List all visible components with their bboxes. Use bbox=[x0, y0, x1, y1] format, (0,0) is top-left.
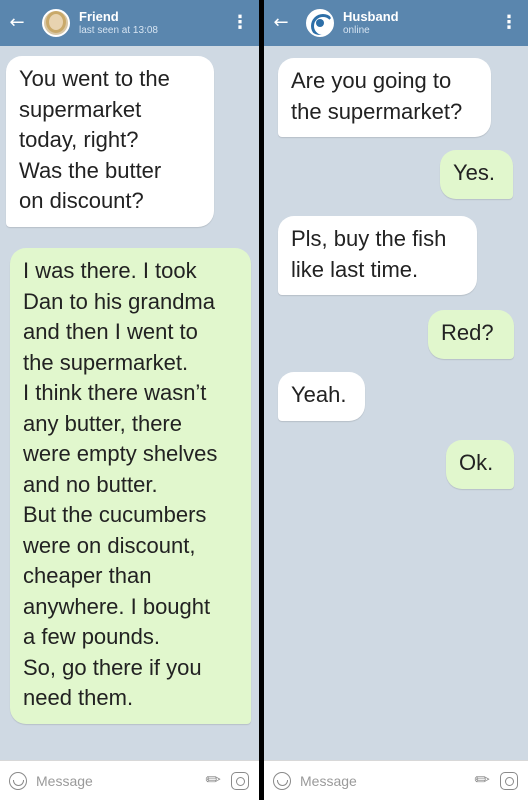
contact-name: Friend bbox=[79, 8, 119, 24]
message-line: Are you going to bbox=[291, 68, 452, 93]
back-arrow-icon[interactable]: ← bbox=[264, 0, 298, 46]
message-composer: ✐ bbox=[264, 760, 528, 800]
message-line: Dan to his grandma bbox=[23, 288, 215, 314]
message-line: cheaper than bbox=[23, 563, 152, 588]
message-line: were on discount, bbox=[23, 532, 196, 558]
message-bubble[interactable]: Yes. bbox=[440, 150, 513, 199]
message-list[interactable]: Are you going to the supermarket? Yes. P… bbox=[264, 46, 528, 760]
message-bubble[interactable]: Yeah. bbox=[278, 372, 365, 421]
message-line: Yes. bbox=[453, 160, 496, 185]
message-bubble[interactable]: Ok. bbox=[446, 440, 514, 489]
message-composer: ✐ bbox=[0, 760, 259, 800]
message-line: Yeah. bbox=[291, 382, 347, 407]
chat-panel-friend: ← Friend last seen at 13:08 ⋮ You went t… bbox=[0, 0, 259, 800]
chat-panel-husband: ← Husband online ⋮ Are you going to the … bbox=[264, 0, 528, 800]
message-line: the supermarket. bbox=[23, 349, 189, 375]
message-line: the supermarket? bbox=[291, 98, 463, 124]
camera-icon[interactable] bbox=[231, 772, 249, 790]
message-input[interactable] bbox=[300, 772, 440, 789]
back-arrow-icon[interactable]: ← bbox=[0, 0, 34, 46]
message-line: supermarket bbox=[19, 96, 142, 122]
message-line: and no butter. bbox=[23, 471, 158, 497]
message-line: But the cucumbers bbox=[23, 502, 207, 527]
message-bubble[interactable]: I was there. I took Dan to his grandma a… bbox=[10, 248, 251, 724]
message-line: need them. bbox=[23, 685, 134, 710]
contact-status: online bbox=[343, 24, 370, 36]
message-line: Red? bbox=[441, 320, 494, 345]
paperclip-icon[interactable]: ✐ bbox=[199, 768, 225, 794]
message-line: I think there wasn’t bbox=[23, 380, 207, 405]
message-line: like last time. bbox=[291, 256, 419, 282]
message-line: any butter, there bbox=[23, 410, 182, 436]
contact-status: last seen at 13:08 bbox=[79, 24, 158, 36]
message-list[interactable]: You went to the supermarket today, right… bbox=[0, 46, 259, 760]
paperclip-icon[interactable]: ✐ bbox=[468, 768, 494, 794]
avatar[interactable] bbox=[306, 9, 334, 37]
message-line: You went to the bbox=[19, 66, 170, 91]
smiley-icon[interactable] bbox=[273, 771, 291, 790]
message-line: Ok. bbox=[459, 450, 494, 475]
message-line: on discount? bbox=[19, 188, 144, 213]
message-line: I was there. I took bbox=[23, 258, 197, 283]
message-bubble[interactable]: Pls, buy the fish like last time. bbox=[278, 216, 477, 295]
contact-info[interactable]: Friend last seen at 13:08 bbox=[79, 8, 158, 36]
message-line: were empty shelves bbox=[23, 441, 218, 466]
avatar[interactable] bbox=[42, 9, 70, 37]
message-input[interactable] bbox=[36, 772, 176, 789]
message-line: today, right? bbox=[19, 127, 139, 152]
message-bubble[interactable]: Red? bbox=[428, 310, 514, 359]
message-bubble[interactable]: Are you going to the supermarket? bbox=[278, 58, 491, 137]
message-line: anywhere. I bought bbox=[23, 593, 211, 619]
smiley-icon[interactable] bbox=[9, 771, 27, 790]
message-line: So, go there if you bbox=[23, 654, 202, 680]
kebab-menu-icon[interactable]: ⋮ bbox=[231, 0, 249, 46]
message-line: and then I went to bbox=[23, 319, 198, 344]
chat-header: ← Husband online ⋮ bbox=[264, 0, 528, 46]
message-line: a few pounds. bbox=[23, 624, 160, 649]
message-line: Pls, buy the fish bbox=[291, 226, 447, 251]
camera-icon[interactable] bbox=[500, 772, 518, 790]
contact-info[interactable]: Husband online bbox=[343, 8, 399, 36]
contact-name: Husband bbox=[343, 8, 399, 24]
message-line: Was the butter bbox=[19, 157, 162, 183]
chat-header: ← Friend last seen at 13:08 ⋮ bbox=[0, 0, 259, 46]
message-bubble[interactable]: You went to the supermarket today, right… bbox=[6, 56, 214, 227]
kebab-menu-icon[interactable]: ⋮ bbox=[500, 0, 518, 46]
